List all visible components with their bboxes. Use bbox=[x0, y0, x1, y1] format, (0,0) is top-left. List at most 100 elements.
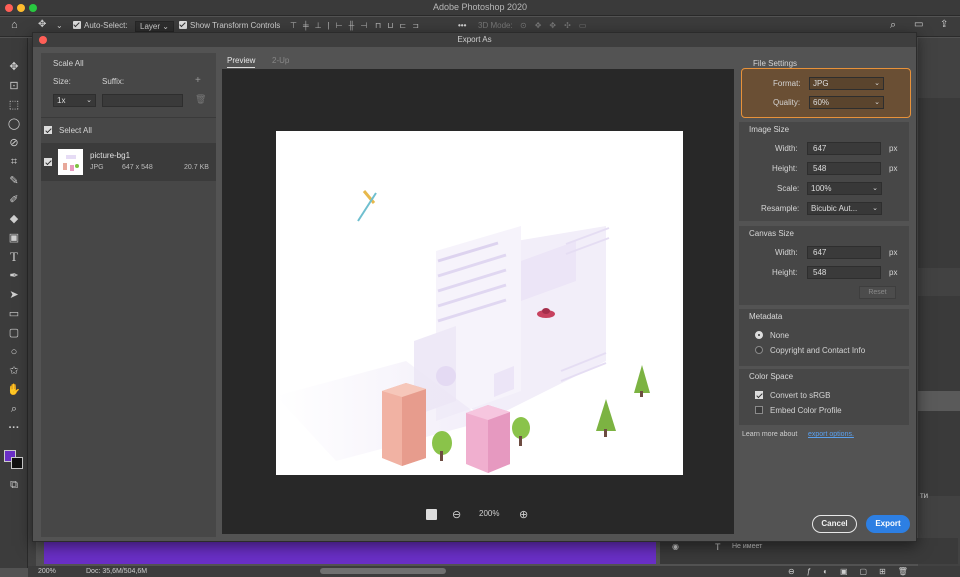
asset-dimensions: 647 x 548 bbox=[122, 164, 153, 171]
chevron-down-icon: ⌄ bbox=[86, 97, 92, 104]
assets-panel: Scale All Size: Suffix: + 1x ⌄ 🗑 Select A… bbox=[41, 53, 216, 537]
convert-srgb-checkbox[interactable] bbox=[755, 391, 763, 399]
dialog-close-button[interactable] bbox=[39, 36, 47, 44]
hand-tool-icon[interactable]: ✋ bbox=[7, 383, 21, 397]
brush-tool-icon[interactable]: ✐ bbox=[7, 193, 21, 207]
resample-label: Resample: bbox=[761, 204, 800, 213]
visibility-icon[interactable]: ◉ bbox=[672, 542, 679, 551]
canvas-height-input[interactable]: 548 bbox=[807, 266, 881, 279]
gradient-tool-icon[interactable]: ▣ bbox=[7, 231, 21, 245]
auto-select-label: Auto-Select: bbox=[84, 21, 128, 30]
canvas-width-input[interactable]: 647 bbox=[807, 246, 881, 259]
quality-dropdown[interactable]: 60% ⌄ bbox=[809, 96, 884, 109]
mode-3d-label: 3D Mode: bbox=[478, 21, 513, 30]
metadata-none-label: None bbox=[770, 331, 790, 340]
image-size-section: Image Size Width: 647 px Height: 548 px … bbox=[739, 122, 909, 221]
asset-thumbnail bbox=[58, 149, 83, 175]
rounded-rect-icon[interactable]: ▢ bbox=[7, 326, 21, 340]
zoom-out-icon[interactable]: ⊖ bbox=[452, 508, 461, 521]
trash-icon[interactable]: 🗑 bbox=[195, 94, 206, 105]
layer-type-icon: T bbox=[715, 542, 721, 552]
dialog-title: Export As bbox=[457, 35, 492, 44]
more-options-icon[interactable]: ••• bbox=[458, 21, 466, 30]
resample-value: Bicubic Aut... bbox=[811, 204, 858, 213]
pen-tool-icon[interactable]: ✒ bbox=[7, 269, 21, 283]
quick-select-icon[interactable]: ⊘ bbox=[7, 136, 21, 150]
lasso-tool-icon[interactable]: ◯ bbox=[7, 117, 21, 131]
chevron-down-icon: ⌄ bbox=[872, 185, 878, 192]
scale-value: 100% bbox=[811, 184, 832, 193]
suffix-label: Suffix: bbox=[102, 77, 125, 86]
format-dropdown[interactable]: JPG ⌄ bbox=[809, 77, 884, 90]
home-icon[interactable]: ⌂ bbox=[11, 19, 18, 31]
fit-view-icon[interactable] bbox=[426, 509, 437, 520]
show-transform-checkbox[interactable]: Show Transform Controls bbox=[179, 21, 280, 30]
auto-select-target-dropdown[interactable]: Layer ⌄ bbox=[135, 21, 174, 32]
app-titlebar: Adobe Photoshop 2020 bbox=[0, 0, 960, 16]
layer-row-selected[interactable] bbox=[918, 391, 960, 411]
asset-checkbox[interactable] bbox=[44, 158, 52, 166]
color-space-title: Color Space bbox=[749, 372, 794, 381]
share-icon[interactable]: ⇪ bbox=[940, 19, 948, 30]
convert-srgb-label: Convert to sRGB bbox=[770, 391, 831, 400]
select-all-checkbox[interactable] bbox=[44, 126, 52, 134]
workspace-icon[interactable]: ▭ bbox=[914, 19, 923, 30]
crop-tool-icon[interactable]: ⌗ bbox=[7, 155, 21, 169]
auto-select-checkbox[interactable]: Auto-Select: bbox=[73, 21, 128, 30]
screen-mode-icon[interactable]: ⧉ bbox=[7, 478, 21, 492]
add-scale-icon[interactable]: + bbox=[195, 75, 201, 86]
chevron-down-icon[interactable]: ⌄ bbox=[56, 21, 63, 30]
align-icons[interactable]: ⊤╪⊥|⊢╫⊣ bbox=[290, 21, 373, 30]
path-select-icon[interactable]: ➤ bbox=[7, 288, 21, 302]
zoom-in-icon[interactable]: ⊕ bbox=[519, 508, 528, 521]
eyedropper-icon[interactable]: ✎ bbox=[7, 174, 21, 188]
more-tools-icon[interactable]: ··· bbox=[7, 421, 21, 435]
preview-image bbox=[276, 131, 683, 475]
scale-all-title: Scale All bbox=[53, 59, 84, 68]
suffix-input[interactable] bbox=[102, 94, 183, 107]
image-width-unit: px bbox=[889, 144, 898, 153]
marquee-tool-icon[interactable]: ⬚ bbox=[7, 98, 21, 112]
properties-panel bbox=[918, 98, 960, 268]
resample-dropdown[interactable]: Bicubic Aut... ⌄ bbox=[807, 202, 882, 215]
eraser-tool-icon[interactable]: ◆ bbox=[7, 212, 21, 226]
preview-canvas[interactable]: ⊖ 200% ⊕ bbox=[222, 69, 734, 534]
export-as-dialog: Export As Scale All Size: Suffix: + 1x ⌄ … bbox=[32, 32, 917, 542]
image-height-input[interactable]: 548 bbox=[807, 162, 881, 175]
layer-footer-icons[interactable]: ⊖ƒ◐▣▢⊞🗑 bbox=[788, 567, 920, 576]
move-tool-icon[interactable]: ✥ bbox=[38, 19, 46, 30]
ellipse-tool-icon[interactable]: ○ bbox=[7, 345, 21, 359]
dialog-titlebar: Export As bbox=[33, 33, 916, 47]
chevron-down-icon: ⌄ bbox=[872, 205, 878, 212]
artboard-tool-icon[interactable]: ⊡ bbox=[7, 79, 21, 93]
image-width-value: 647 bbox=[813, 144, 827, 153]
zoom-value: 200% bbox=[479, 509, 500, 518]
metadata-none-radio[interactable] bbox=[755, 331, 763, 339]
embed-profile-checkbox[interactable] bbox=[755, 406, 763, 414]
select-all-label: Select All bbox=[59, 126, 92, 135]
type-tool-icon[interactable]: T bbox=[7, 250, 21, 264]
export-button[interactable]: Export bbox=[866, 515, 910, 533]
custom-shape-icon[interactable]: ✩ bbox=[7, 364, 21, 378]
rectangle-tool-icon[interactable]: ▭ bbox=[7, 307, 21, 321]
scale-dropdown[interactable]: 100% ⌄ bbox=[807, 182, 882, 195]
zoom-tool-icon[interactable]: ⌕ bbox=[7, 402, 21, 416]
file-settings-title: File Settings bbox=[753, 59, 798, 68]
tab-2up[interactable]: 2-Up bbox=[272, 56, 289, 65]
metadata-copyright-radio[interactable] bbox=[755, 346, 763, 354]
size-dropdown[interactable]: 1x ⌄ bbox=[53, 94, 96, 107]
tab-preview[interactable]: Preview bbox=[227, 56, 256, 68]
asset-format: JPG bbox=[90, 164, 104, 171]
status-doc-size: Doc: 35,6M/504,6M bbox=[86, 568, 148, 575]
search-icon[interactable]: ⌕ bbox=[890, 19, 896, 32]
export-options-link[interactable]: export options. bbox=[808, 431, 854, 438]
horizontal-scrollbar[interactable] bbox=[320, 568, 446, 574]
background-color-swatch[interactable] bbox=[11, 457, 23, 469]
asset-size: 20.7 KB bbox=[184, 164, 209, 171]
image-width-input[interactable]: 647 bbox=[807, 142, 881, 155]
distribute-icons[interactable]: ⊓⊔⊏⊐ bbox=[375, 21, 425, 30]
reset-button[interactable]: Reset bbox=[859, 286, 896, 299]
move-tool-icon[interactable]: ✥ bbox=[7, 60, 21, 74]
cancel-button[interactable]: Cancel bbox=[812, 515, 857, 533]
asset-row[interactable]: picture-bg1 JPG 647 x 548 20.7 KB bbox=[41, 143, 216, 181]
